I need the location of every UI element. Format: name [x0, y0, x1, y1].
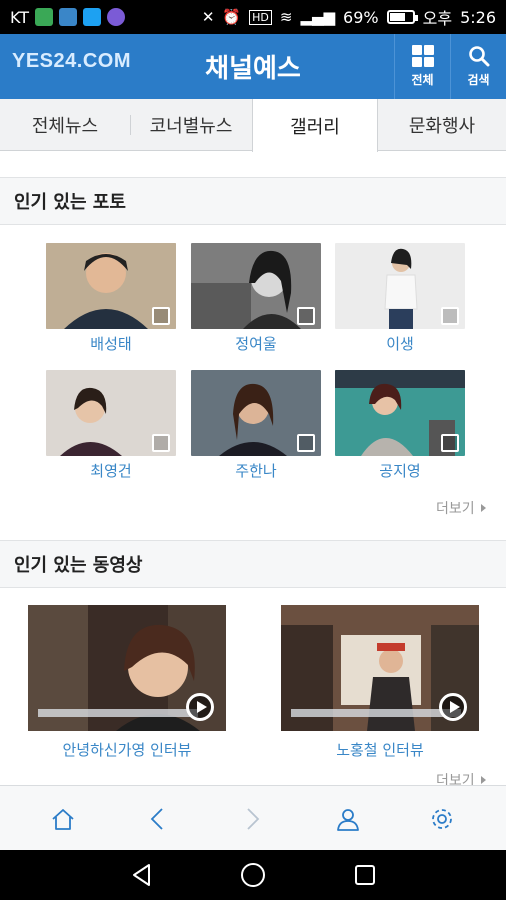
notification-app-icon — [35, 8, 54, 26]
system-home-button[interactable] — [223, 850, 283, 900]
photo-caption[interactable]: 최영건 — [46, 460, 176, 480]
select-checkbox[interactable] — [441, 434, 459, 452]
section-header-photos: 인기 있는 포토 — [0, 177, 506, 225]
status-right: ✕ ⏰ HD ≋ ▂▄▆ 69% 오후 5:26 — [202, 5, 496, 29]
photo-item[interactable]: 배성태 — [46, 243, 176, 353]
carrier-label: KT — [10, 7, 30, 27]
battery-icon — [386, 10, 418, 24]
photo-item[interactable]: 주한나 — [191, 370, 321, 480]
select-checkbox[interactable] — [152, 307, 170, 325]
chevron-right-icon — [480, 776, 486, 784]
photo-thumbnail[interactable] — [335, 243, 465, 329]
notification-gallery-icon — [59, 8, 78, 26]
all-menu-label: 전체 — [411, 73, 434, 87]
app-header: YES24.COM 채널예스 전체 검색 — [0, 34, 506, 99]
tab-bar: 전체뉴스 코너별뉴스 갤러리 문화행사 — [0, 99, 506, 152]
back-button[interactable] — [128, 786, 188, 851]
user-icon — [337, 808, 359, 831]
more-label: 더보기 — [436, 501, 475, 517]
system-back-button[interactable] — [112, 850, 172, 900]
my-account-button[interactable] — [318, 786, 378, 851]
photo-item[interactable]: 공지영 — [335, 370, 465, 480]
photo-caption[interactable]: 배성태 — [46, 333, 176, 353]
square-recents-icon — [355, 865, 375, 885]
notification-twitter-icon — [83, 8, 102, 26]
system-nav-bar — [0, 850, 506, 900]
all-menu-button[interactable]: 전체 — [394, 34, 450, 99]
select-checkbox[interactable] — [297, 434, 315, 452]
photo-thumbnail[interactable] — [191, 243, 321, 329]
forward-button[interactable] — [222, 786, 282, 851]
settings-button[interactable] — [412, 786, 472, 851]
photo-thumbnail[interactable] — [46, 243, 176, 329]
search-label: 검색 — [467, 73, 490, 87]
photo-item[interactable]: 이생 — [335, 243, 465, 353]
photos-more-link[interactable]: 더보기 — [436, 498, 486, 518]
back-icon — [150, 807, 163, 830]
yes24-logo[interactable]: YES24.COM — [12, 50, 131, 73]
settings-icon — [432, 808, 452, 829]
tab-culture-events[interactable]: 문화행사 — [378, 99, 506, 151]
photo-thumbnail[interactable] — [191, 370, 321, 456]
tab-gallery[interactable]: 갤러리 — [252, 99, 378, 152]
play-icon[interactable] — [439, 693, 467, 721]
status-left: KT — [10, 7, 126, 27]
photo-caption[interactable]: 주한나 — [191, 460, 321, 480]
photo-thumbnail[interactable] — [46, 370, 176, 456]
tab-all-news[interactable]: 전체뉴스 — [0, 99, 130, 151]
play-icon[interactable] — [186, 693, 214, 721]
circle-home-icon — [241, 863, 265, 887]
search-button[interactable]: 검색 — [450, 34, 506, 99]
photo-item[interactable]: 최영건 — [46, 370, 176, 480]
clock: 5:26 — [460, 7, 496, 27]
triangle-back-icon — [133, 864, 150, 886]
status-bar: KT ✕ ⏰ HD ≋ ▂▄▆ 69% 오후 5:26 — [0, 0, 506, 34]
signal-icon: ▂▄▆ — [300, 8, 336, 26]
video-item[interactable]: 안녕하신가영 인터뷰 — [28, 605, 226, 760]
search-icon — [468, 46, 489, 67]
system-recents-button[interactable] — [335, 850, 395, 900]
video-thumbnail[interactable] — [28, 605, 226, 731]
photo-thumbnail[interactable] — [335, 370, 465, 456]
time-period: 오후 — [422, 9, 453, 28]
forward-icon — [247, 807, 260, 830]
hd-icon: HD — [249, 9, 272, 25]
select-checkbox[interactable] — [441, 307, 459, 325]
notification-app2-icon — [107, 8, 126, 26]
video-title[interactable]: 노홍철 인터뷰 — [281, 739, 479, 760]
video-title[interactable]: 안녕하신가영 인터뷰 — [28, 739, 226, 760]
bottom-toolbar — [0, 785, 506, 850]
mute-icon: ✕ — [201, 8, 215, 26]
photo-caption[interactable]: 정여울 — [191, 333, 321, 353]
tab-corner-news[interactable]: 코너별뉴스 — [130, 99, 252, 151]
photo-item[interactable]: 정여울 — [191, 243, 321, 353]
logo-text: YES24.COM — [12, 50, 131, 72]
home-button[interactable] — [33, 786, 93, 851]
video-thumbnail[interactable] — [281, 605, 479, 731]
home-icon — [52, 808, 74, 830]
chevron-right-icon — [480, 504, 486, 512]
wifi-icon: ≋ — [279, 8, 293, 26]
grid-icon — [411, 45, 434, 67]
video-item[interactable]: 노홍철 인터뷰 — [281, 605, 479, 760]
battery-percent: 69% — [343, 7, 379, 27]
photo-caption[interactable]: 이생 — [335, 333, 465, 353]
photo-caption[interactable]: 공지영 — [335, 460, 465, 480]
select-checkbox[interactable] — [152, 434, 170, 452]
select-checkbox[interactable] — [297, 307, 315, 325]
alarm-icon: ⏰ — [222, 8, 242, 26]
section-header-videos: 인기 있는 동영상 — [0, 540, 506, 588]
